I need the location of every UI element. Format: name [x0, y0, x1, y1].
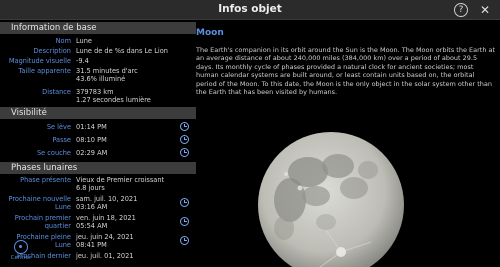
label-distance: Distance [42, 88, 71, 96]
value-distance: 379783 km [76, 88, 114, 96]
label-name: Nom [55, 37, 71, 45]
label-next-full-moon-2: Lune [55, 241, 71, 249]
clock-icon[interactable] [180, 236, 189, 245]
label-set: Se couche [36, 149, 71, 157]
value-rise: 01:14 PM [76, 123, 107, 131]
object-description: The Earth's companion in its orbit aroun… [196, 46, 496, 97]
info-panel: Information de base Nom Lune Description… [0, 20, 196, 267]
window-title: Infos objet [218, 3, 282, 15]
value-next-last-quarter: jeu. juil. 01, 2021 [76, 252, 134, 260]
target-icon [14, 240, 28, 254]
label-next-first-quarter: Prochain premier [14, 214, 71, 222]
clock-icon[interactable] [180, 135, 189, 144]
clock-icon[interactable] [180, 217, 189, 226]
value-apparent-size: 31.5 minutes d'arc [76, 67, 138, 75]
section-header-base: Information de base [0, 22, 196, 34]
label-description: Description [33, 47, 71, 55]
row-name: Nom Lune [0, 37, 196, 47]
label-current-phase: Phase présente [20, 176, 71, 184]
row-description: Description Lune de de %s dans Le Lion [0, 47, 196, 57]
value-light-seconds: 1.27 secondes lumière [76, 96, 151, 104]
row-set: Se couche 02:29 AM [0, 147, 196, 160]
label-magnitude: Magnitude visuelle [8, 57, 71, 65]
label-next-first-quarter-2: quartier [44, 222, 71, 230]
value-transit: 08:10 PM [76, 136, 107, 144]
row-next-new-moon: Prochaine nouvelle Lune sam. juil. 10, 2… [0, 194, 196, 213]
value-next-full-moon-time: 08:41 PM [76, 241, 107, 249]
value-next-first-quarter-time: 05:54 AM [76, 222, 108, 230]
value-next-new-moon-time: 03:16 AM [76, 203, 108, 211]
clock-icon[interactable] [180, 198, 189, 207]
row-magnitude: Magnitude visuelle -9.4 [0, 57, 196, 67]
value-next-full-moon: jeu. juin 24, 2021 [76, 233, 134, 241]
value-illuminated: 43.6% illuminé [76, 75, 126, 83]
label-next-new-moon-2: Lune [55, 203, 71, 211]
clock-icon[interactable] [180, 122, 189, 131]
label-transit: Passe [52, 136, 71, 144]
value-magnitude: -9.4 [76, 57, 89, 65]
value-name: Lune [76, 37, 92, 45]
center-button[interactable]: Centrer [8, 240, 34, 266]
section-header-phases: Phases lunaires [0, 162, 196, 174]
clock-icon[interactable] [180, 148, 189, 157]
moon-image [256, 130, 406, 267]
label-next-new-moon: Prochaine nouvelle [8, 195, 71, 203]
center-button-label: Centrer [10, 255, 32, 261]
value-description: Lune de de %s dans Le Lion [76, 47, 168, 55]
row-rise: Se lève 01:14 PM [0, 121, 196, 134]
value-moon-age: 6.8 jours [76, 184, 105, 192]
row-transit: Passe 08:10 PM [0, 134, 196, 147]
row-apparent-size: Taille apparente 31.5 minutes d'arc 43.6… [0, 67, 196, 85]
label-rise: Se lève [46, 123, 71, 131]
help-icon[interactable]: ? [454, 3, 468, 17]
description-panel: Moon The Earth's companion in its orbit … [196, 20, 500, 267]
row-current-phase: Phase présente Vieux de Premier croissan… [0, 176, 196, 194]
close-icon[interactable]: ✕ [478, 3, 492, 17]
row-next-first-quarter: Prochain premier quartier ven. juin 18, … [0, 213, 196, 232]
label-apparent-size: Taille apparente [18, 67, 71, 75]
row-distance: Distance 379783 km 1.27 secondes lumière [0, 85, 196, 104]
title-bar: Infos objet ? ✕ [0, 0, 500, 20]
value-set: 02:29 AM [76, 149, 108, 157]
object-name: Moon [196, 28, 224, 38]
value-current-phase: Vieux de Premier croissant [76, 176, 165, 184]
section-header-visibility: Visibilité [0, 107, 196, 119]
value-next-first-quarter: ven. juin 18, 2021 [76, 214, 136, 222]
value-next-new-moon: sam. juil. 10, 2021 [76, 195, 138, 203]
